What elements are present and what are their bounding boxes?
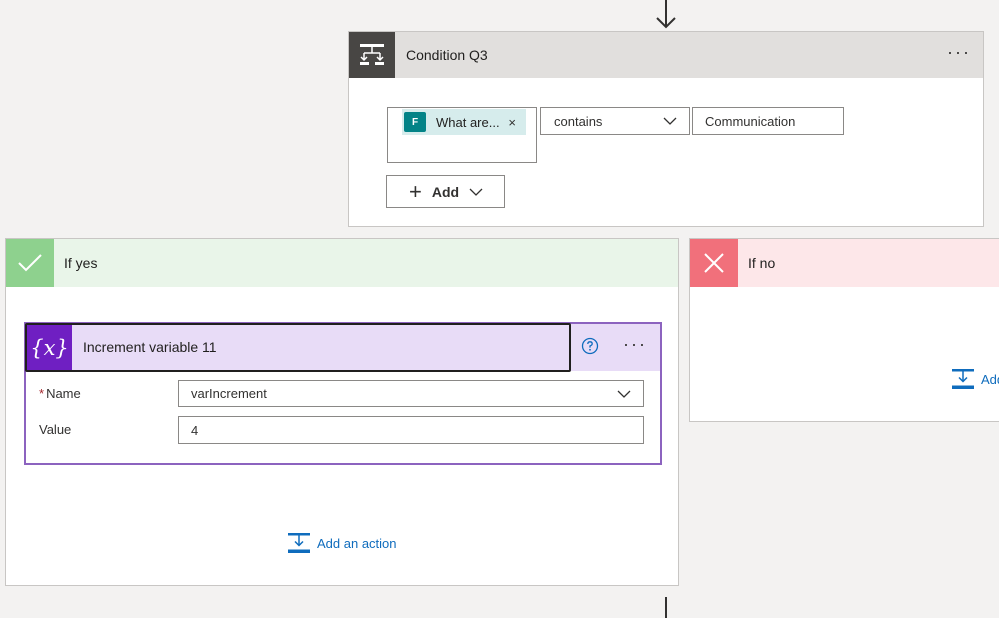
if-no-branch: If no Add bbox=[689, 238, 999, 422]
condition-operator-dropdown[interactable]: contains bbox=[540, 107, 690, 135]
close-icon bbox=[690, 239, 738, 287]
value-field-label: Value bbox=[39, 422, 72, 437]
token-label: What are... bbox=[436, 114, 500, 130]
plus-icon: + bbox=[409, 178, 422, 204]
add-action-link-no[interactable]: Add bbox=[952, 369, 999, 389]
help-icon[interactable] bbox=[581, 337, 599, 355]
flow-connector-line bbox=[665, 597, 667, 618]
condition-card: Condition Q3 ··· F What are... × contain… bbox=[348, 31, 984, 227]
condition-icon bbox=[349, 32, 395, 78]
variable-name-dropdown[interactable]: varIncrement bbox=[178, 380, 644, 407]
add-action-label-no: Add bbox=[981, 371, 999, 387]
increment-variable-header[interactable]: {x} Increment variable 11 bbox=[25, 323, 571, 372]
action-more-button[interactable]: ··· bbox=[623, 334, 647, 355]
variable-icon: {x} bbox=[27, 325, 72, 370]
increment-variable-title: Increment variable 11 bbox=[83, 339, 217, 355]
if-no-header[interactable]: If no bbox=[690, 239, 999, 287]
condition-left-operand[interactable]: F What are... × bbox=[387, 107, 537, 163]
if-yes-branch: If yes {x} Increment variable 11 ··· * Na… bbox=[5, 238, 679, 586]
dynamic-content-token[interactable]: F What are... × bbox=[402, 109, 526, 135]
if-no-title: If no bbox=[748, 255, 776, 271]
value-input-text: 4 bbox=[191, 422, 199, 438]
add-action-icon bbox=[952, 369, 974, 389]
name-field-label: * Name bbox=[39, 386, 81, 401]
value-input[interactable]: 4 bbox=[178, 416, 644, 444]
flow-arrow-down-icon bbox=[656, 0, 676, 29]
checkmark-icon bbox=[6, 239, 54, 287]
if-yes-header[interactable]: If yes bbox=[6, 239, 678, 287]
condition-header[interactable]: Condition Q3 ··· bbox=[349, 32, 983, 78]
add-an-action-label: Add an action bbox=[317, 535, 397, 551]
add-condition-button[interactable]: + Add bbox=[386, 175, 505, 208]
add-an-action-link[interactable]: Add an action bbox=[288, 533, 397, 553]
chevron-down-icon bbox=[617, 390, 631, 398]
add-button-label: Add bbox=[431, 183, 460, 200]
if-yes-title: If yes bbox=[64, 255, 98, 271]
right-operand-value: Communication bbox=[705, 113, 796, 129]
name-label-text: Name bbox=[46, 386, 81, 401]
condition-more-button[interactable]: ··· bbox=[947, 42, 971, 63]
operator-value: contains bbox=[554, 113, 603, 129]
condition-title: Condition Q3 bbox=[406, 47, 488, 63]
chevron-down-icon bbox=[469, 188, 483, 196]
token-remove-icon[interactable]: × bbox=[508, 115, 516, 130]
condition-right-operand[interactable]: Communication bbox=[692, 107, 844, 135]
add-action-icon bbox=[288, 533, 310, 553]
increment-variable-card: {x} Increment variable 11 ··· * Name varI… bbox=[24, 322, 662, 465]
forms-icon: F bbox=[404, 112, 426, 132]
required-marker: * bbox=[39, 386, 45, 401]
variable-name-value: varIncrement bbox=[191, 386, 267, 401]
chevron-down-icon bbox=[663, 117, 677, 125]
